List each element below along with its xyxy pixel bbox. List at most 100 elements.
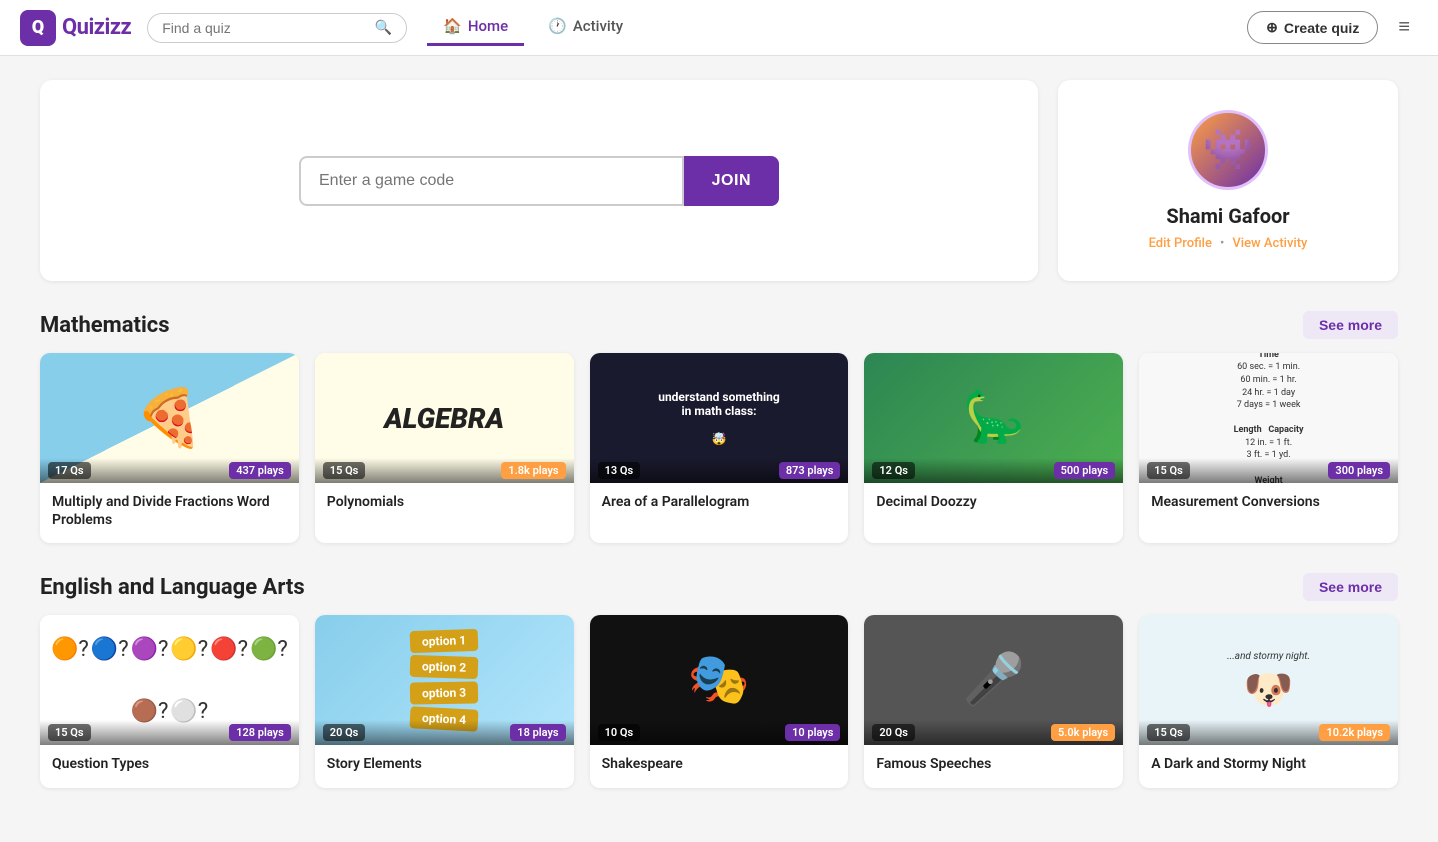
profile-card: 👾 Shami Gafoor Edit Profile • View Activ…	[1058, 80, 1398, 281]
home-label: Home	[468, 17, 508, 35]
ela-section: English and Language Arts See more 🟠?🔵?🟣…	[40, 573, 1398, 787]
quiz-title: Multiply and Divide Fractions Word Probl…	[52, 493, 287, 529]
quiz-stats: 13 Qs 873 plays	[590, 458, 849, 483]
quiz-stats: 15 Qs 1.8k plays	[315, 458, 574, 483]
quiz-title: Polynomials	[327, 493, 562, 511]
quiz-card[interactable]: 🦕 12 Qs 500 plays Decimal Doozzy	[864, 353, 1123, 543]
quiz-thumbnail: 🎤 20 Qs 5.0k plays	[864, 615, 1123, 745]
quiz-title: Famous Speeches	[876, 755, 1111, 773]
quiz-questions-count: 13 Qs	[598, 462, 641, 479]
ela-see-more-button[interactable]: See more	[1303, 573, 1398, 601]
quiz-info: Polynomials	[315, 483, 574, 525]
quiz-info: Decimal Doozzy	[864, 483, 1123, 525]
quiz-thumbnail: 🦕 12 Qs 500 plays	[864, 353, 1123, 483]
ela-section-header: English and Language Arts See more	[40, 573, 1398, 601]
search-box: 🔍	[147, 13, 407, 43]
search-icon: 🔍	[375, 20, 392, 36]
math-see-more-button[interactable]: See more	[1303, 311, 1398, 339]
quiz-card[interactable]: ALGEBRA 15 Qs 1.8k plays Polynomials	[315, 353, 574, 543]
quiz-card[interactable]: Time60 sec. = 1 min.60 min. = 1 hr.24 hr…	[1139, 353, 1398, 543]
nav-link-home[interactable]: 🏠 Home	[427, 9, 524, 46]
navbar: Q Quizizz 🔍 🏠 Home 🕐 Activity ⊕ Create q…	[0, 0, 1438, 56]
quiz-thumbnail: 🟠?🔵?🟣?🟡?🔴?🟢?🟤?⚪? 15 Qs 128 plays	[40, 615, 299, 745]
profile-dot: •	[1220, 236, 1224, 251]
quiz-stats: 20 Qs 18 plays	[315, 720, 574, 745]
quiz-title: Decimal Doozzy	[876, 493, 1111, 511]
mathematics-section-header: Mathematics See more	[40, 311, 1398, 339]
quiz-title: Measurement Conversions	[1151, 493, 1386, 511]
quiz-plays-count: 437 plays	[229, 462, 291, 479]
profile-links: Edit Profile • View Activity	[1149, 236, 1308, 251]
quiz-info: Area of a Parallelogram	[590, 483, 849, 525]
main-content: JOIN 👾 Shami Gafoor Edit Profile • View …	[0, 56, 1438, 842]
math-quiz-grid: 🍕 17 Qs 437 plays Multiply and Divide Fr…	[40, 353, 1398, 543]
mathematics-section: Mathematics See more 🍕 17 Qs 437 plays M…	[40, 311, 1398, 543]
quiz-stats: 10 Qs 10 plays	[590, 720, 849, 745]
activity-label: Activity	[573, 17, 623, 35]
menu-button[interactable]: ≡	[1390, 12, 1418, 43]
quiz-plays-count: 1.8k plays	[501, 462, 565, 479]
quiz-thumbnail: option 1 option 2 option 3 option 4 20 Q…	[315, 615, 574, 745]
profile-name: Shami Gafoor	[1166, 204, 1289, 228]
nav-right: ⊕ Create quiz ≡	[1247, 11, 1418, 44]
plus-icon: ⊕	[1266, 19, 1278, 36]
avatar: 👾	[1188, 110, 1268, 190]
hamburger-icon: ≡	[1398, 16, 1410, 38]
quiz-plays-count: 873 plays	[779, 462, 841, 479]
quiz-title: Shakespeare	[602, 755, 837, 773]
clock-icon: 🕐	[548, 17, 567, 35]
quiz-stats: 15 Qs 128 plays	[40, 720, 299, 745]
quiz-thumbnail: ALGEBRA 15 Qs 1.8k plays	[315, 353, 574, 483]
quiz-card[interactable]: 🎤 20 Qs 5.0k plays Famous Speeches	[864, 615, 1123, 787]
quiz-plays-count: 5.0k plays	[1051, 724, 1115, 741]
quiz-plays-count: 10 plays	[785, 724, 840, 741]
quiz-stats: 17 Qs 437 plays	[40, 458, 299, 483]
quiz-info: Famous Speeches	[864, 745, 1123, 787]
quiz-questions-count: 20 Qs	[872, 724, 915, 741]
quiz-plays-count: 18 plays	[510, 724, 565, 741]
quiz-stats: 12 Qs 500 plays	[864, 458, 1123, 483]
game-code-card: JOIN	[40, 80, 1038, 281]
quiz-title: Question Types	[52, 755, 287, 773]
quiz-info: Story Elements	[315, 745, 574, 787]
quiz-questions-count: 15 Qs	[48, 724, 91, 741]
quiz-info: Shakespeare	[590, 745, 849, 787]
quiz-questions-count: 15 Qs	[1147, 724, 1190, 741]
quiz-questions-count: 17 Qs	[48, 462, 91, 479]
quiz-card[interactable]: option 1 option 2 option 3 option 4 20 Q…	[315, 615, 574, 787]
ela-title: English and Language Arts	[40, 575, 305, 600]
edit-profile-link[interactable]: Edit Profile	[1149, 236, 1212, 251]
quiz-info: Multiply and Divide Fractions Word Probl…	[40, 483, 299, 543]
create-quiz-button[interactable]: ⊕ Create quiz	[1247, 11, 1378, 44]
quiz-card[interactable]: 🍕 17 Qs 437 plays Multiply and Divide Fr…	[40, 353, 299, 543]
quiz-info: A Dark and Stormy Night	[1139, 745, 1398, 787]
quiz-thumbnail: Time60 sec. = 1 min.60 min. = 1 hr.24 hr…	[1139, 353, 1398, 483]
join-button[interactable]: JOIN	[684, 156, 779, 206]
quiz-card[interactable]: 🟠?🔵?🟣?🟡?🔴?🟢?🟤?⚪? 15 Qs 128 plays Questio…	[40, 615, 299, 787]
quiz-questions-count: 15 Qs	[1147, 462, 1190, 479]
ela-quiz-grid: 🟠?🔵?🟣?🟡?🔴?🟢?🟤?⚪? 15 Qs 128 plays Questio…	[40, 615, 1398, 787]
quiz-plays-count: 10.2k plays	[1319, 724, 1390, 741]
mathematics-title: Mathematics	[40, 313, 170, 338]
search-input[interactable]	[162, 20, 369, 36]
quiz-plays-count: 500 plays	[1054, 462, 1116, 479]
quiz-questions-count: 10 Qs	[598, 724, 641, 741]
logo[interactable]: Q Quizizz	[20, 10, 131, 46]
quiz-info: Question Types	[40, 745, 299, 787]
logo-icon: Q	[20, 10, 56, 46]
quiz-card[interactable]: 🎭 10 Qs 10 plays Shakespeare	[590, 615, 849, 787]
quiz-plays-count: 128 plays	[229, 724, 291, 741]
quiz-info: Measurement Conversions	[1139, 483, 1398, 525]
quiz-card[interactable]: ...and stormy night.🐶 15 Qs 10.2k plays …	[1139, 615, 1398, 787]
quiz-title: A Dark and Stormy Night	[1151, 755, 1386, 773]
quiz-title: Area of a Parallelogram	[602, 493, 837, 511]
game-code-input[interactable]	[299, 156, 684, 206]
nav-links: 🏠 Home 🕐 Activity	[427, 9, 1247, 46]
quiz-thumbnail: 🍕 17 Qs 437 plays	[40, 353, 299, 483]
quiz-thumbnail: ...and stormy night.🐶 15 Qs 10.2k plays	[1139, 615, 1398, 745]
quiz-plays-count: 300 plays	[1328, 462, 1390, 479]
nav-link-activity[interactable]: 🕐 Activity	[532, 9, 639, 46]
view-activity-link[interactable]: View Activity	[1232, 236, 1307, 251]
quiz-questions-count: 20 Qs	[323, 724, 366, 741]
quiz-card[interactable]: understand somethingin math class:🤯 13 Q…	[590, 353, 849, 543]
